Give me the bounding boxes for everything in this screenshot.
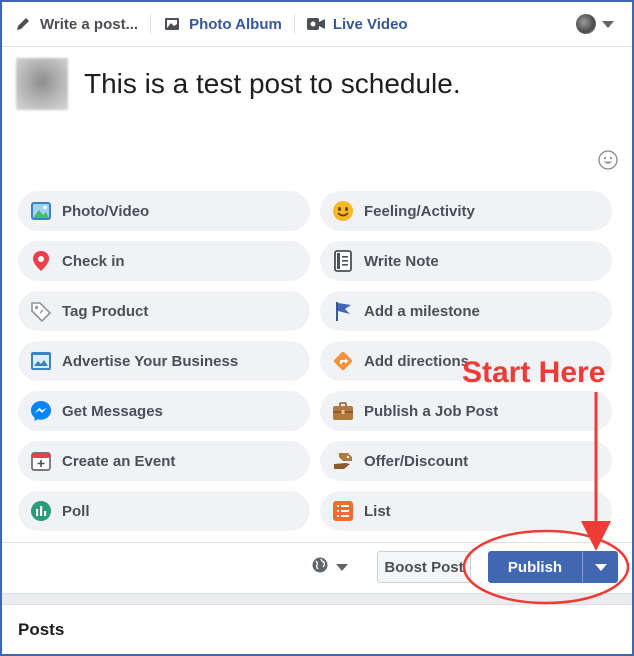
action-label: Get Messages bbox=[62, 402, 163, 420]
tab-photo-album-label: Photo Album bbox=[189, 15, 282, 33]
action-poll[interactable]: Poll bbox=[18, 491, 310, 531]
composer-tabs: Write a post... Photo Album Live Video bbox=[2, 2, 632, 46]
action-label: Write Note bbox=[364, 252, 439, 270]
smiley-icon bbox=[332, 200, 354, 222]
list-icon bbox=[332, 500, 354, 522]
boost-post-button[interactable]: Boost Post bbox=[377, 551, 471, 583]
divider bbox=[2, 542, 632, 543]
emoji-icon[interactable] bbox=[598, 150, 618, 170]
action-label: Tag Product bbox=[62, 302, 149, 320]
action-offer-discount[interactable]: Offer/Discount bbox=[320, 441, 612, 481]
avatar bbox=[576, 14, 596, 34]
action-label: Publish a Job Post bbox=[364, 402, 499, 420]
action-tag-product[interactable]: Tag Product bbox=[18, 291, 310, 331]
divider bbox=[2, 46, 632, 47]
action-label: Create an Event bbox=[62, 452, 176, 470]
posts-section-title: Posts bbox=[18, 620, 65, 639]
pencil-icon bbox=[14, 15, 32, 33]
offer-icon bbox=[332, 450, 354, 472]
post-text-input[interactable]: This is a test post to schedule. bbox=[84, 68, 461, 100]
action-label: Offer/Discount bbox=[364, 452, 469, 470]
poll-icon bbox=[30, 500, 52, 522]
advertise-icon bbox=[30, 350, 52, 372]
action-label: Photo/Video bbox=[62, 202, 150, 220]
section-separator bbox=[2, 593, 632, 605]
action-label: List bbox=[364, 502, 391, 520]
chevron-down-icon bbox=[594, 563, 607, 571]
action-label: Add a milestone bbox=[364, 302, 480, 320]
action-photo-video[interactable]: Photo/Video bbox=[18, 191, 310, 231]
author-avatar bbox=[16, 58, 68, 110]
tab-separator bbox=[150, 14, 152, 34]
messenger-icon bbox=[30, 400, 52, 422]
tab-write-post-label: Write a post... bbox=[40, 15, 139, 33]
action-label: Add directions bbox=[364, 352, 470, 370]
directions-icon bbox=[332, 350, 354, 372]
action-create-event[interactable]: Create an Event bbox=[18, 441, 310, 481]
globe-icon bbox=[312, 557, 328, 578]
publish-button[interactable]: Publish bbox=[488, 551, 582, 583]
photo-video-icon bbox=[30, 200, 52, 222]
tab-live-video[interactable]: Live Video bbox=[306, 2, 408, 46]
calendar-icon bbox=[30, 450, 52, 472]
tab-write-post[interactable]: Write a post... bbox=[14, 2, 138, 46]
action-label: Advertise Your Business bbox=[62, 352, 239, 370]
flag-icon bbox=[332, 300, 354, 322]
note-icon bbox=[332, 250, 354, 272]
action-feeling-activity[interactable]: Feeling/Activity bbox=[320, 191, 612, 231]
posting-as-selector[interactable] bbox=[576, 14, 614, 34]
photo-album-icon bbox=[163, 15, 181, 33]
action-advertise-business[interactable]: Advertise Your Business bbox=[18, 341, 310, 381]
live-video-icon bbox=[306, 15, 325, 33]
tab-photo-album[interactable]: Photo Album bbox=[163, 2, 282, 46]
chevron-down-icon bbox=[602, 20, 614, 28]
briefcase-icon bbox=[332, 400, 354, 422]
action-publish-job-post[interactable]: Publish a Job Post bbox=[320, 391, 612, 431]
action-label: Poll bbox=[62, 502, 90, 520]
action-check-in[interactable]: Check in bbox=[18, 241, 310, 281]
location-pin-icon bbox=[30, 250, 52, 272]
chevron-down-icon bbox=[336, 564, 348, 571]
annotation-label: Start Here bbox=[462, 356, 606, 389]
audience-selector[interactable] bbox=[312, 557, 348, 578]
action-get-messages[interactable]: Get Messages bbox=[18, 391, 310, 431]
tab-live-video-label: Live Video bbox=[332, 15, 408, 33]
action-label: Check in bbox=[62, 252, 125, 270]
action-write-note[interactable]: Write Note bbox=[320, 241, 612, 281]
action-add-milestone[interactable]: Add a milestone bbox=[320, 291, 612, 331]
action-list[interactable]: List bbox=[320, 491, 612, 531]
publish-options-dropdown[interactable] bbox=[582, 551, 618, 583]
action-label: Feeling/Activity bbox=[364, 202, 475, 220]
composer-frame: Write a post... Photo Album Live Video T… bbox=[0, 0, 634, 656]
tag-icon bbox=[30, 300, 52, 322]
tab-separator bbox=[293, 14, 295, 34]
